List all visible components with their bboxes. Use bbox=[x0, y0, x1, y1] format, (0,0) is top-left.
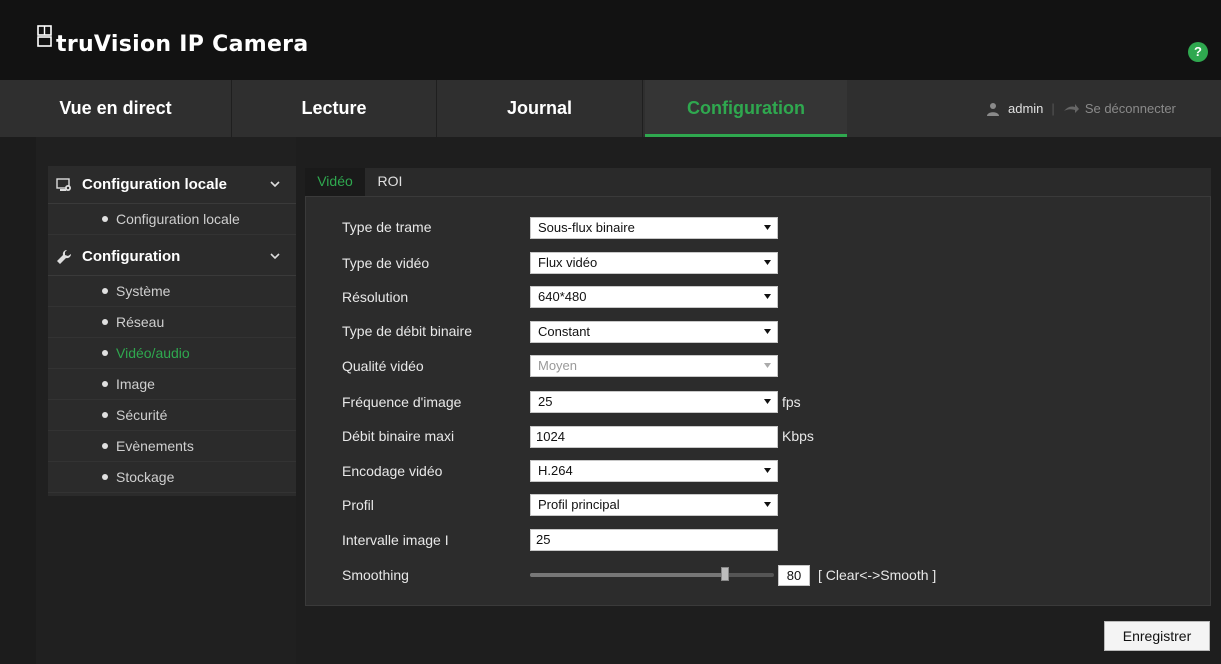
sidebar-item-label: Configuration locale bbox=[116, 211, 240, 227]
monitor-gear-icon bbox=[56, 177, 71, 191]
bitrate-type-label: Type de débit binaire bbox=[342, 323, 472, 339]
dropdown-arrow-icon bbox=[764, 363, 771, 368]
sidebar-section-title: Configuration bbox=[82, 248, 181, 265]
sidebar-item-label: Sécurité bbox=[116, 407, 168, 423]
tab-roi[interactable]: ROI bbox=[365, 168, 415, 196]
i-frame-interval-input[interactable]: 25 bbox=[530, 529, 778, 551]
sidebar-item-stockage[interactable]: Stockage bbox=[48, 462, 296, 493]
wrench-icon bbox=[57, 249, 72, 264]
slider-fill bbox=[530, 573, 726, 577]
logout-link[interactable]: Se déconnecter bbox=[1085, 81, 1176, 137]
stream-type-label: Type de trame bbox=[342, 219, 432, 235]
sidebar-item-image[interactable]: Image bbox=[48, 369, 296, 400]
dropdown-arrow-icon bbox=[764, 468, 771, 473]
select-value: H.264 bbox=[538, 463, 573, 478]
main-nav: Vue en direct Lecture Journal Configurat… bbox=[0, 80, 1221, 137]
user-separator: | bbox=[1051, 100, 1055, 116]
smoothing-label: Smoothing bbox=[342, 567, 409, 583]
app-window: truVision IP Camera ? Vue en direct Lect… bbox=[0, 0, 1221, 664]
sidebar-section-local-config[interactable]: Configuration locale bbox=[48, 166, 296, 204]
stream-type-select[interactable]: Sous-flux binaire bbox=[530, 217, 778, 239]
sidebar-item-label: Stockage bbox=[116, 469, 175, 485]
app-logo: truVision IP Camera bbox=[36, 25, 309, 62]
header-bar: truVision IP Camera ? bbox=[0, 0, 1221, 80]
help-icon[interactable]: ? bbox=[1188, 42, 1208, 62]
chevron-down-icon bbox=[270, 253, 280, 260]
smoothing-slider[interactable] bbox=[530, 567, 774, 581]
sidebar-item-video-audio[interactable]: Vidéo/audio bbox=[48, 338, 296, 369]
sidebar-item-reseau[interactable]: Réseau bbox=[48, 307, 296, 338]
sidebar-section-config[interactable]: Configuration bbox=[48, 238, 296, 276]
sidebar-item-label: Evènements bbox=[116, 438, 194, 454]
camera-logo-icon bbox=[37, 25, 52, 47]
sidebar-item-label: Image bbox=[116, 376, 155, 392]
frame-rate-unit: fps bbox=[782, 394, 801, 410]
tab-video[interactable]: Vidéo bbox=[305, 168, 365, 196]
sidebar-item-label: Système bbox=[116, 283, 171, 299]
save-button[interactable]: Enregistrer bbox=[1104, 621, 1210, 651]
tab-vue-en-direct[interactable]: Vue en direct bbox=[0, 80, 232, 137]
video-encoding-select[interactable]: H.264 bbox=[530, 460, 778, 482]
dropdown-arrow-icon bbox=[764, 225, 771, 230]
smoothing-hint: [ Clear<->Smooth ] bbox=[818, 567, 937, 583]
logout-icon bbox=[1063, 103, 1079, 113]
select-value: Constant bbox=[538, 324, 591, 339]
sidebar-item-evenements[interactable]: Evènements bbox=[48, 431, 296, 462]
smoothing-value[interactable]: 80 bbox=[778, 565, 810, 586]
select-value: Profil principal bbox=[538, 497, 620, 512]
resolution-label: Résolution bbox=[342, 289, 409, 305]
video-quality-select[interactable]: Moyen bbox=[530, 355, 778, 377]
user-icon bbox=[987, 102, 999, 116]
max-bitrate-label: Débit binaire maxi bbox=[342, 428, 455, 444]
i-frame-interval-label: Intervalle image I bbox=[342, 532, 449, 548]
video-type-label: Type de vidéo bbox=[342, 255, 430, 271]
max-bitrate-unit: Kbps bbox=[782, 428, 814, 444]
select-value: Moyen bbox=[538, 358, 578, 373]
frame-rate-select[interactable]: 25 bbox=[530, 391, 778, 413]
dropdown-arrow-icon bbox=[764, 502, 771, 507]
profile-select[interactable]: Profil principal bbox=[530, 494, 778, 516]
slider-handle[interactable] bbox=[721, 567, 730, 581]
dropdown-arrow-icon bbox=[764, 294, 771, 299]
dropdown-arrow-icon bbox=[764, 260, 771, 265]
username: admin bbox=[1008, 100, 1044, 116]
bitrate-type-select[interactable]: Constant bbox=[530, 321, 778, 343]
video-type-select[interactable]: Flux vidéo bbox=[530, 252, 778, 274]
profile-label: Profil bbox=[342, 497, 374, 513]
sidebar-item-securite[interactable]: Sécurité bbox=[48, 400, 296, 431]
tab-journal[interactable]: Journal bbox=[437, 80, 643, 137]
video-encoding-label: Encodage vidéo bbox=[342, 463, 443, 479]
sidebar-section-title: Configuration locale bbox=[82, 176, 228, 193]
select-value: Flux vidéo bbox=[538, 255, 598, 270]
sidebar-item-systeme[interactable]: Système bbox=[48, 276, 296, 307]
max-bitrate-input[interactable]: 1024 bbox=[530, 426, 778, 448]
content-tabs: Vidéo ROI bbox=[305, 168, 1211, 196]
select-value: 25 bbox=[538, 394, 553, 409]
app-title: truVision IP Camera bbox=[56, 31, 309, 57]
sidebar-item-label: Réseau bbox=[116, 314, 165, 330]
user-area: admin | Se déconnecter bbox=[986, 80, 1176, 137]
tab-lecture[interactable]: Lecture bbox=[232, 80, 437, 137]
select-value: 640*480 bbox=[538, 289, 587, 304]
select-value: Sous-flux binaire bbox=[538, 220, 635, 235]
sidebar: Configuration locale Configuration local… bbox=[48, 166, 296, 496]
chevron-down-icon bbox=[270, 181, 280, 188]
sidebar-item-label: Vidéo/audio bbox=[116, 345, 190, 361]
dropdown-arrow-icon bbox=[764, 399, 771, 404]
video-quality-label: Qualité vidéo bbox=[342, 358, 424, 374]
dropdown-arrow-icon bbox=[764, 329, 771, 334]
frame-rate-label: Fréquence d'image bbox=[342, 394, 462, 410]
resolution-select[interactable]: 640*480 bbox=[530, 286, 778, 308]
tab-configuration[interactable]: Configuration bbox=[645, 80, 847, 137]
sidebar-item-local-config[interactable]: Configuration locale bbox=[48, 204, 296, 235]
